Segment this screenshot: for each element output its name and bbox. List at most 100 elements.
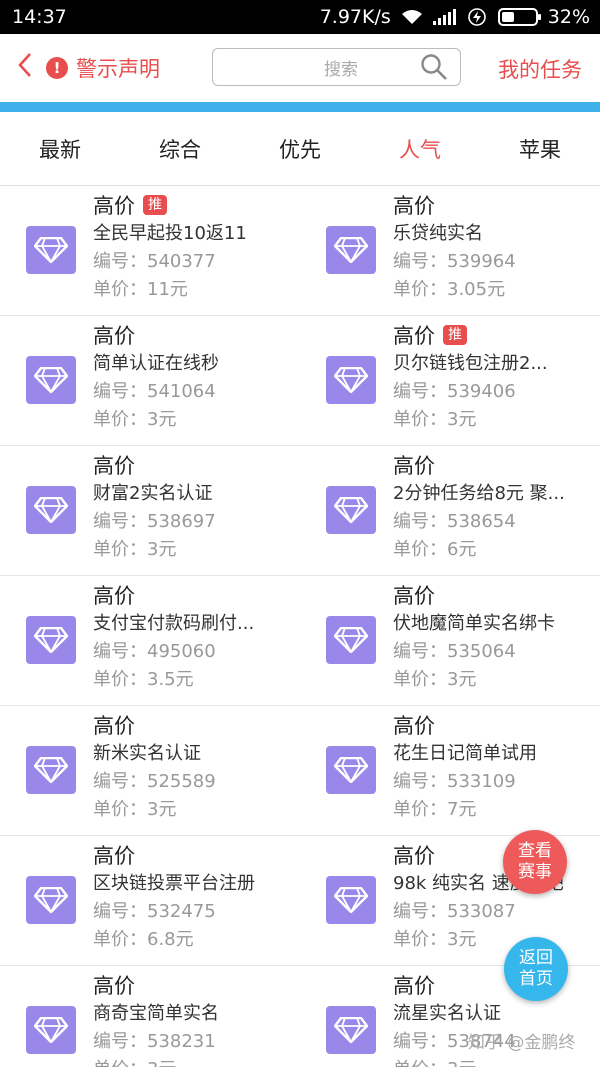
diamond-icon	[26, 616, 76, 664]
task-code: 编号：538697	[93, 511, 216, 532]
diamond-icon	[26, 1006, 76, 1054]
diamond-icon	[326, 746, 376, 794]
exclamation-circle-icon[interactable]: !	[46, 57, 68, 79]
battery-icon	[497, 8, 541, 26]
task-code: 编号：495060	[93, 641, 216, 662]
tab-priority[interactable]: 优先	[240, 134, 360, 164]
network-speed: 7.97K/s	[319, 6, 391, 28]
back-home-button[interactable]: 返回 首页	[504, 937, 568, 1001]
task-tag-line: 高价	[393, 580, 593, 610]
chevron-left-icon	[18, 53, 31, 77]
task-tag-line: 高价	[93, 320, 293, 350]
diamond-icon	[326, 486, 376, 534]
diamond-icon	[26, 486, 76, 534]
task-tag: 高价	[393, 974, 435, 998]
task-row: 高价推全民早起投10返11 编号：540377 单价：11元 高价 乐贷纯实名 编号：53…	[0, 186, 600, 316]
task-card[interactable]: 高价 简单认证在线秒 编号：541064 单价：3元	[0, 316, 300, 445]
task-name: 简单认证在线秒	[93, 353, 219, 374]
search-icon[interactable]	[420, 53, 448, 81]
task-code: 编号：532475	[93, 901, 216, 922]
task-card[interactable]: 高价 新米实名认证 编号：525589 单价：3元	[0, 706, 300, 835]
task-price: 单价：3元	[93, 409, 177, 430]
task-price: 单价：3元	[393, 929, 477, 950]
back-button[interactable]	[16, 51, 38, 85]
search-box[interactable]: 搜索	[212, 48, 461, 86]
task-tag-line: 高价	[393, 450, 593, 480]
task-code: 编号：538654	[393, 511, 516, 532]
task-name: 新米实名认证	[93, 743, 201, 764]
tab-popular[interactable]: 人气	[360, 134, 480, 164]
task-card[interactable]: 高价推全民早起投10返11 编号：540377 单价：11元	[0, 186, 300, 315]
task-card[interactable]: 高价 2分钟任务给8元 聚... 编号：538654 单价：6元	[300, 446, 600, 575]
task-card[interactable]: 高价 花生日记简单试用 编号：533109 单价：7元	[300, 706, 600, 835]
task-info: 高价 简单认证在线秒 编号：541064 单价：3元	[93, 320, 293, 434]
task-tag: 高价	[393, 714, 435, 738]
task-name: 支付宝付款码刷付...	[93, 613, 255, 634]
task-card[interactable]: 高价推贝尔链钱包注册2... 编号：539406 单价：3元	[300, 316, 600, 445]
task-info: 高价 财富2实名认证 编号：538697 单价：3元	[93, 450, 293, 564]
task-name: 流星实名认证	[393, 1003, 501, 1024]
task-code: 编号：539406	[393, 381, 516, 402]
task-tag: 高价	[93, 324, 135, 348]
warning-notice-link[interactable]: 警示声明	[76, 53, 160, 83]
task-card[interactable]: 高价商奇宝简单实名编号：538231 单价：3元	[0, 966, 300, 1067]
category-tabs: 最新 综合 优先 人气 苹果	[0, 112, 600, 186]
task-info: 高价 区块链投票平台注册 编号：532475 单价：6.8元	[93, 840, 293, 954]
task-code: 编号：533109	[393, 771, 516, 792]
diamond-icon	[26, 356, 76, 404]
diamond-icon	[326, 356, 376, 404]
task-name: 2分钟任务给8元 聚...	[393, 483, 565, 504]
task-info: 高价 花生日记简单试用 编号：533109 单价：7元	[393, 710, 593, 824]
task-info: 高价 新米实名认证 编号：525589 单价：3元	[93, 710, 293, 824]
task-tag: 高价	[393, 844, 435, 868]
task-price: 单价：6.8元	[93, 929, 194, 950]
my-tasks-link[interactable]: 我的任务	[498, 54, 582, 84]
task-name: 伏地魔简单实名绑卡	[393, 613, 555, 634]
task-tag: 高价	[93, 974, 135, 998]
task-info: 高价 乐贷纯实名 编号：539964 单价：3.05元	[393, 190, 593, 304]
task-card[interactable]: 高价 区块链投票平台注册 编号：532475 单价：6.8元	[0, 836, 300, 965]
diamond-icon	[326, 226, 376, 274]
task-tag: 高价	[93, 844, 135, 868]
task-info: 高价推贝尔链钱包注册2... 编号：539406 单价：3元	[393, 320, 593, 434]
task-tag-line: 高价	[93, 450, 293, 480]
task-tag-line: 高价	[93, 840, 293, 870]
task-price: 单价：3.5元	[93, 669, 194, 690]
task-info: 高价推全民早起投10返11 编号：540377 单价：11元	[93, 190, 293, 304]
status-right: 7.97K/s 32%	[320, 6, 590, 28]
app-header: ! 警示声明 搜索 我的任务	[0, 34, 600, 102]
task-card[interactable]: 高价 财富2实名认证 编号：538697 单价：3元	[0, 446, 300, 575]
tab-apple[interactable]: 苹果	[480, 134, 600, 164]
task-tag-line: 高价	[93, 580, 293, 610]
status-bar: 14:37 7.97K/s 32%	[0, 0, 600, 34]
task-price: 单价：3元	[393, 1056, 593, 1067]
task-code: 编号：539964	[393, 251, 516, 272]
tab-latest[interactable]: 最新	[0, 134, 120, 164]
task-list: 高价推全民早起投10返11 编号：540377 单价：11元 高价 乐贷纯实名 编号：53…	[0, 186, 600, 1067]
task-tag-line: 高价	[93, 970, 293, 1000]
task-name: 全民早起投10返11	[93, 223, 247, 244]
task-tag: 高价	[393, 324, 435, 348]
status-time: 14:37	[12, 6, 67, 28]
task-info: 高价 2分钟任务给8元 聚... 编号：538654 单价：6元	[393, 450, 593, 564]
task-card[interactable]: 高价 乐贷纯实名 编号：539964 单价：3.05元	[300, 186, 600, 315]
view-events-button[interactable]: 查看 赛事	[503, 830, 567, 894]
task-row: 高价 简单认证在线秒 编号：541064 单价：3元 高价推贝尔链钱包注册2... 编号：…	[0, 316, 600, 446]
task-code: 编号：538231	[93, 1031, 216, 1052]
diamond-icon	[26, 226, 76, 274]
header-accent-bar	[0, 102, 600, 112]
tab-overall[interactable]: 综合	[120, 134, 240, 164]
task-tag: 高价	[93, 584, 135, 608]
task-card[interactable]: 高价支付宝付款码刷付... 编号：495060 单价：3.5元	[0, 576, 300, 705]
task-price: 单价：3元	[93, 1056, 293, 1067]
task-price: 单价：6元	[393, 539, 477, 560]
task-name: 商奇宝简单实名	[93, 1003, 219, 1024]
task-tag: 高价	[93, 454, 135, 478]
diamond-icon	[326, 876, 376, 924]
task-card[interactable]: 高价 伏地魔简单实名绑卡 编号：535064 单价：3元	[300, 576, 600, 705]
recommend-badge: 推	[143, 195, 167, 215]
task-row: 高价 新米实名认证 编号：525589 单价：3元 高价 花生日记简单试用 编号：53310…	[0, 706, 600, 836]
task-tag: 高价	[393, 194, 435, 218]
wifi-icon	[401, 8, 423, 26]
task-price: 单价：3.05元	[393, 279, 506, 300]
